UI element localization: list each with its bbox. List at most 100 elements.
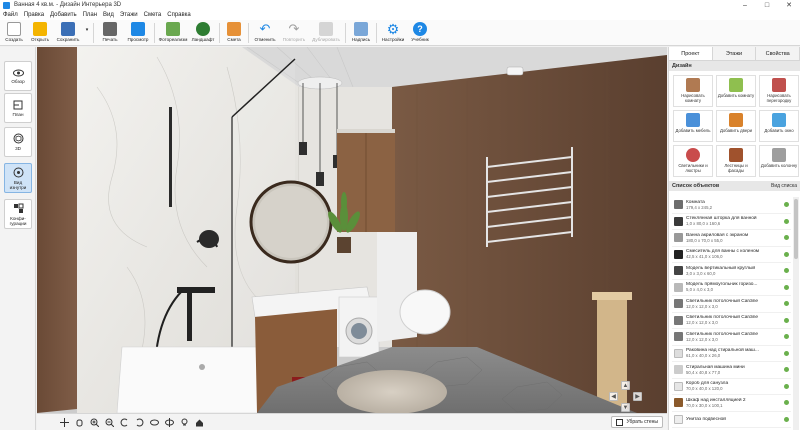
- menu-file[interactable]: Файл: [3, 12, 18, 18]
- visibility-icon[interactable]: [784, 301, 789, 306]
- scrollbar-thumb[interactable]: [794, 199, 798, 259]
- menu-bar: Файл Правка Добавить План Вид Этажи Смет…: [0, 10, 800, 20]
- nav-down-arrow[interactable]: ▼: [621, 403, 630, 412]
- list-item[interactable]: Ванна акриловая с экраном 180,0 x 70,0 x …: [672, 230, 791, 247]
- list-item[interactable]: Светильник потолочный Cardine 12,0 x 12,0…: [672, 296, 791, 313]
- redo-icon: ↷: [288, 21, 300, 36]
- toolbar-undo-button[interactable]: ↶ Отменить: [251, 20, 279, 46]
- visibility-icon[interactable]: [784, 202, 789, 207]
- list-item[interactable]: Раковина над стиральной маш... 61,0 x 40,…: [672, 346, 791, 362]
- sidebar-item-inside-view[interactable]: Вид изнутри: [4, 163, 32, 193]
- toolbar-label-button[interactable]: Надпись: [348, 20, 374, 46]
- menu-plan[interactable]: План: [83, 12, 97, 18]
- zoom-in-icon[interactable]: [89, 417, 100, 428]
- add-room-icon: [729, 78, 743, 92]
- list-item[interactable]: Модель вертикальный круглый 3,0 x 3,0 x 6…: [672, 263, 791, 280]
- nav-up-arrow[interactable]: ▲: [621, 381, 630, 390]
- add-window-button[interactable]: Добавить окно: [759, 110, 799, 142]
- visibility-icon[interactable]: [784, 350, 789, 356]
- home-icon[interactable]: [194, 417, 205, 428]
- object-thumb: [674, 365, 683, 375]
- list-item[interactable]: Комната 179,4 x 245,2: [672, 197, 791, 214]
- list-item[interactable]: Короб для санузла 70,0 x 40,0 x 120,0: [672, 379, 791, 395]
- visibility-icon[interactable]: [784, 334, 789, 339]
- sidebar-item-3d[interactable]: 3D: [4, 127, 32, 157]
- visibility-icon[interactable]: [784, 251, 789, 257]
- stairs-button[interactable]: Лестницы и фасады: [716, 145, 756, 177]
- light-icon[interactable]: [179, 417, 190, 428]
- tab-project[interactable]: Проект: [669, 47, 713, 60]
- view-list-button[interactable]: Вид списка: [771, 183, 797, 189]
- list-item[interactable]: Модель прямоугольник горизо... 5,0 x 4,0 …: [672, 280, 791, 296]
- object-list[interactable]: Комната 179,4 x 245,2 Стеклянная шторка д…: [672, 197, 791, 430]
- list-item[interactable]: Унитаз подвесной: [672, 412, 791, 428]
- 3d-viewport[interactable]: ▲ ◀ ▶ ▼: [37, 47, 667, 413]
- visibility-icon[interactable]: [784, 416, 789, 422]
- menu-floors[interactable]: Этажи: [120, 12, 138, 18]
- visibility-icon[interactable]: [784, 400, 789, 405]
- pan-icon[interactable]: [59, 417, 70, 428]
- minimize-button[interactable]: –: [734, 0, 756, 10]
- rotate-down-icon[interactable]: [164, 417, 175, 428]
- rotate-up-icon[interactable]: [149, 417, 160, 428]
- draw-partition-button[interactable]: Нарисовать перегородку: [759, 75, 799, 107]
- visibility-icon[interactable]: [784, 235, 789, 240]
- visibility-icon[interactable]: [784, 284, 789, 290]
- toolbar-redo-button[interactable]: ↷ Повторить: [279, 20, 309, 46]
- add-column-button[interactable]: Добавить колонну: [759, 145, 799, 177]
- new-file-icon: [7, 22, 21, 36]
- toolbar-open-button[interactable]: Открыть: [27, 20, 53, 46]
- visibility-icon[interactable]: [784, 218, 789, 224]
- nav-left-arrow[interactable]: ◀: [609, 392, 618, 401]
- visibility-icon[interactable]: [784, 367, 789, 372]
- eye-icon: [12, 69, 24, 76]
- sidebar-item-plan[interactable]: План: [4, 93, 32, 123]
- menu-estimate[interactable]: Смета: [144, 12, 162, 18]
- sidebar-item-overview[interactable]: Обзор: [4, 61, 32, 91]
- add-furniture-button[interactable]: Добавить мебель: [673, 110, 713, 142]
- list-item[interactable]: Шкаф над инсталляцией 2 70,0 x 30,0 x 100…: [672, 395, 791, 412]
- object-list-scrollbar[interactable]: [793, 197, 799, 430]
- rotate-left-icon[interactable]: [119, 417, 130, 428]
- list-item[interactable]: Смеситель для ванны с коленом 42,5 x 41,0…: [672, 247, 791, 263]
- cube-3d-icon: [13, 133, 23, 144]
- toolbar-estimate-button[interactable]: Смета: [222, 20, 246, 46]
- menu-view[interactable]: Вид: [103, 12, 114, 18]
- title-bar: Ванная 4 кв.м. - Дизайн Интерьера 3D – □…: [0, 0, 800, 10]
- visibility-icon[interactable]: [784, 317, 789, 323]
- add-door-button[interactable]: Добавить двери: [716, 110, 756, 142]
- draw-room-button[interactable]: Нарисовать комнату: [673, 75, 713, 107]
- zoom-out-icon[interactable]: [104, 417, 115, 428]
- toolbar-duplicate-button[interactable]: Дублировать: [309, 20, 343, 46]
- toolbar-preview-button[interactable]: Просмотр: [124, 20, 152, 46]
- nav-right-arrow[interactable]: ▶: [633, 392, 642, 401]
- visibility-icon[interactable]: [784, 268, 789, 273]
- menu-add[interactable]: Добавить: [50, 12, 77, 18]
- sidebar-item-configurations[interactable]: Конфи-гурации: [4, 199, 32, 229]
- lamps-button[interactable]: Светильники и люстры: [673, 145, 713, 177]
- list-item[interactable]: Стиральная машина мини 50,4 x 40,8 x 77,0: [672, 362, 791, 379]
- toolbar-print-button[interactable]: Печать: [96, 20, 124, 46]
- hide-walls-button[interactable]: Убрать стены: [611, 416, 663, 428]
- toolbar-tutorial-button[interactable]: ? Учебник: [407, 20, 433, 46]
- add-room-button[interactable]: Добавить комнату: [716, 75, 756, 107]
- toolbar-settings-button[interactable]: ⚙ Настройки: [379, 20, 407, 46]
- tab-properties[interactable]: Свойства: [756, 47, 800, 60]
- list-item[interactable]: Стеклянная шторка для ванной 1,0 x 80,0 x…: [672, 214, 791, 230]
- close-button[interactable]: ✕: [778, 0, 800, 10]
- list-item[interactable]: Светильник потолочный Cardine 12,0 x 12,0…: [672, 313, 791, 329]
- save-dropdown-button[interactable]: ▾: [83, 20, 91, 46]
- toolbar-photorealism-button[interactable]: Фотореализм: [157, 20, 189, 46]
- hand-icon[interactable]: [74, 417, 85, 428]
- menu-help[interactable]: Справка: [167, 12, 191, 18]
- toolbar-save-button[interactable]: Сохранить: [53, 20, 83, 46]
- visibility-icon[interactable]: [784, 383, 789, 389]
- rotate-right-icon[interactable]: [134, 417, 145, 428]
- list-item[interactable]: Светильник потолочный Cardine 12,0 x 12,0…: [672, 329, 791, 346]
- tab-floors[interactable]: Этажи: [713, 47, 757, 60]
- left-sidebar: Обзор План 3D Вид изнутри Конфи-гурации: [0, 47, 36, 430]
- menu-edit[interactable]: Правка: [24, 12, 44, 18]
- toolbar-create-button[interactable]: Создать: [1, 20, 27, 46]
- maximize-button[interactable]: □: [756, 0, 778, 10]
- toolbar-landscape-button[interactable]: Ландшафт: [189, 20, 217, 46]
